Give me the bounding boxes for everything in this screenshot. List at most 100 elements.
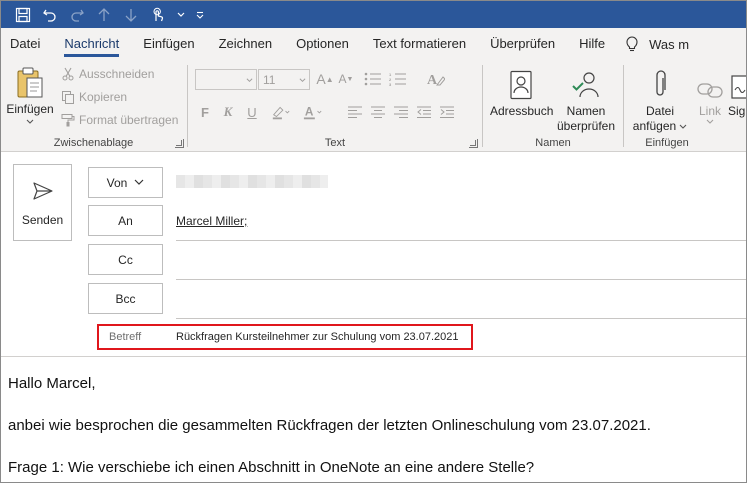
bcc-button[interactable]: Bcc (88, 283, 163, 314)
numbering-icon[interactable]: 123 (388, 69, 408, 89)
decrease-indent-icon[interactable] (414, 102, 434, 122)
from-label: Von (106, 175, 128, 190)
address-book-button[interactable]: Adressbuch (490, 66, 554, 119)
check-names-button[interactable]: Namen überprüfen (555, 66, 617, 134)
message-body[interactable]: Hallo Marcel, anbei wie besprochen die g… (1, 358, 746, 482)
undo-icon[interactable] (38, 3, 62, 27)
clipboard-dialog-launcher[interactable] (175, 139, 184, 148)
tab-optionen[interactable]: Optionen (284, 28, 361, 60)
cc-field-line (176, 279, 746, 280)
signature-icon (731, 75, 746, 99)
subject-input[interactable]: Rückfragen Kursteilnehmer zur Schulung v… (176, 331, 459, 343)
link-dropdown-icon (692, 119, 728, 125)
save-icon[interactable] (11, 3, 35, 27)
address-book-label: Adressbuch (490, 104, 554, 118)
tab-datei[interactable]: Datei (1, 28, 52, 60)
tab-ueberpruefen[interactable]: Überprüfen (478, 28, 567, 60)
link-label: Link (698, 104, 721, 118)
font-name-combo[interactable] (195, 69, 257, 90)
tab-nachricht[interactable]: Nachricht (52, 28, 131, 60)
align-right-icon[interactable] (391, 102, 411, 122)
chevron-down-icon (134, 179, 144, 185)
clipboard-group-label: Zwischenablage (53, 137, 134, 149)
clipboard-group: Einfügen Ausschneiden Kopieren Format üb… (1, 60, 186, 152)
format-painter-button[interactable]: Format übertragen (61, 110, 178, 130)
text-dialog-launcher[interactable] (469, 139, 478, 148)
tell-me-search[interactable]: Was m (617, 36, 689, 52)
arrow-down-icon[interactable] (119, 3, 143, 27)
copy-icon (62, 91, 74, 104)
tell-me-text: Was m (649, 36, 690, 52)
body-line-2: Frage 1: Wie verschiebe ich einen Abschn… (8, 459, 535, 476)
tab-hilfe[interactable]: Hilfe (567, 28, 617, 60)
attach-file-label-1: Datei (645, 104, 674, 118)
bullets-icon[interactable] (363, 69, 383, 89)
increase-indent-icon[interactable] (437, 102, 457, 122)
include-group: Datei anfügen Link Sig Einfügen (624, 60, 746, 152)
format-painter-label: Format übertragen (79, 113, 179, 127)
italic-button[interactable]: K (218, 102, 238, 122)
signature-label: Sig (728, 104, 746, 118)
address-book-icon (510, 70, 532, 100)
ribbon-tabs: Datei Nachricht Einfügen Zeichnen Option… (1, 28, 746, 60)
from-button[interactable]: Von (88, 167, 163, 198)
arrow-up-icon[interactable] (92, 3, 116, 27)
svg-text:3: 3 (389, 82, 392, 86)
attach-file-button[interactable]: Datei anfügen (629, 66, 691, 134)
align-center-icon[interactable] (368, 102, 388, 122)
grow-font-icon[interactable]: A ▲ (315, 69, 335, 89)
align-left-icon[interactable] (345, 102, 365, 122)
subject-label: Betreff (109, 331, 142, 343)
cut-button[interactable]: Ausschneiden (61, 64, 154, 84)
shrink-font-icon[interactable]: A ▼ (336, 69, 356, 89)
link-button[interactable]: Link (692, 66, 728, 125)
chevron-down-icon[interactable] (173, 3, 189, 27)
bold-button[interactable]: F (195, 102, 215, 122)
tab-zeichnen[interactable]: Zeichnen (207, 28, 284, 60)
svg-text:A: A (305, 105, 314, 119)
names-group: Adressbuch Namen überprüfen Namen (483, 60, 623, 152)
check-names-label-1: Namen (566, 104, 606, 118)
paste-button[interactable]: Einfügen (5, 64, 55, 125)
underline-button[interactable]: U (242, 102, 262, 122)
compose-header: Senden Von An Marcel Miller; Cc Bcc Betr… (1, 153, 746, 357)
highlight-icon[interactable] (271, 102, 291, 122)
tab-einfuegen[interactable]: Einfügen (131, 28, 206, 60)
font-size-combo[interactable]: 11 (258, 69, 310, 90)
text-group-label: Text (324, 137, 346, 149)
copy-button[interactable]: Kopieren (61, 87, 127, 107)
cut-label: Ausschneiden (79, 67, 155, 81)
bcc-label: Bcc (115, 291, 136, 306)
body-greeting: Hallo Marcel, (8, 375, 96, 392)
send-icon (32, 182, 53, 200)
cc-button[interactable]: Cc (88, 244, 163, 275)
to-label: An (118, 213, 133, 228)
from-address-redacted (176, 175, 328, 188)
bcc-input[interactable] (176, 287, 746, 312)
clear-formatting-icon[interactable]: A (426, 69, 446, 89)
font-color-icon[interactable]: A (303, 102, 323, 122)
attach-file-label-2: anfügen (632, 119, 677, 133)
copy-label: Kopieren (79, 90, 128, 104)
cc-input[interactable] (176, 248, 746, 273)
redo-icon[interactable] (65, 3, 89, 27)
touch-mode-icon[interactable] (146, 3, 170, 27)
svg-text:A: A (427, 73, 438, 87)
cc-label: Cc (118, 252, 133, 267)
ribbon: Einfügen Ausschneiden Kopieren Format üb… (1, 60, 746, 152)
paste-dropdown-icon (5, 119, 55, 125)
names-group-label: Namen (535, 137, 571, 149)
customize-toolbar-icon[interactable] (192, 3, 208, 27)
to-button[interactable]: An (88, 205, 163, 236)
send-label: Senden (21, 213, 64, 227)
paperclip-icon (656, 70, 666, 96)
clipboard-icon (17, 67, 43, 98)
to-recipient[interactable]: Marcel Miller; (176, 214, 247, 228)
to-field-line (176, 240, 746, 241)
signature-button[interactable]: Sig (728, 66, 746, 119)
lightbulb-icon (626, 36, 638, 52)
send-button[interactable]: Senden (13, 164, 72, 241)
scissors-icon (62, 67, 74, 81)
tab-text-formatieren[interactable]: Text formatieren (361, 28, 478, 60)
subject-highlight-box: Betreff Rückfragen Kursteilnehmer zur Sc… (97, 324, 473, 350)
